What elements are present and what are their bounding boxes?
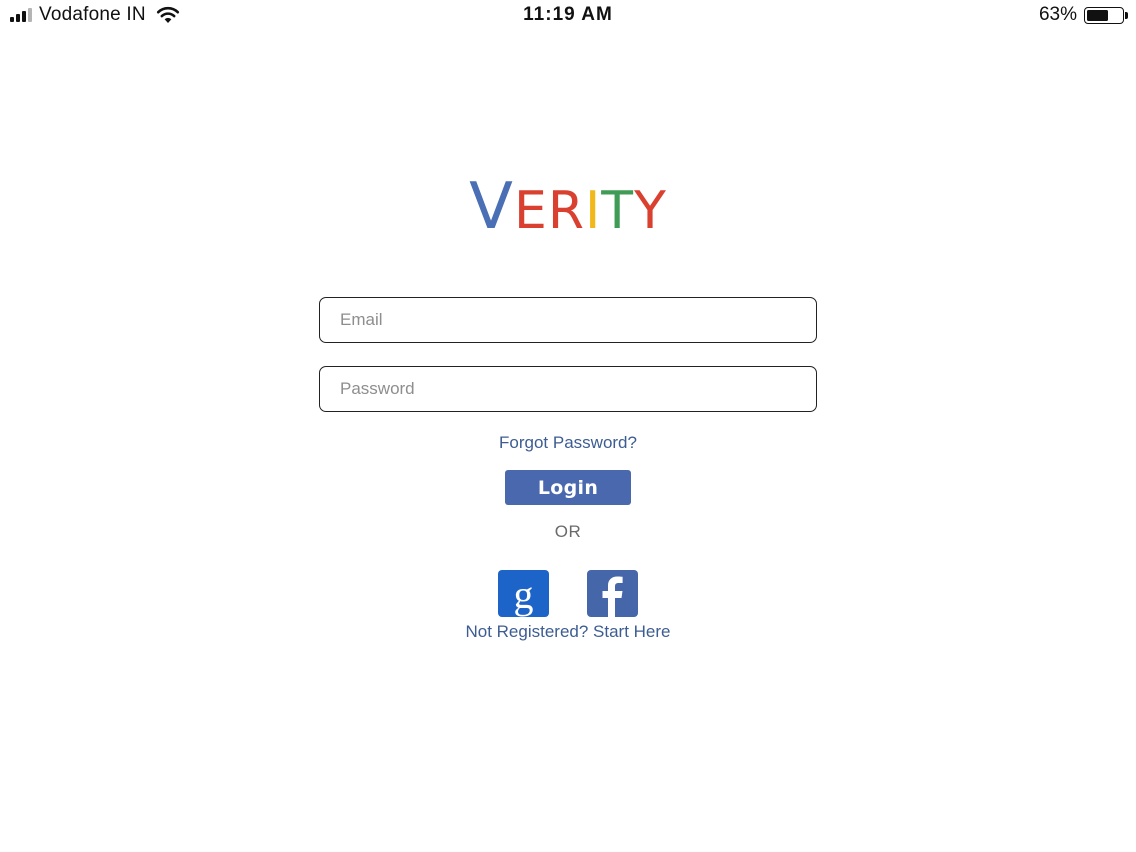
status-right: 63% xyxy=(1039,4,1128,26)
svg-text:g: g xyxy=(514,572,534,617)
or-divider-label: OR xyxy=(554,522,582,541)
email-field[interactable] xyxy=(319,297,817,343)
logo-letter-v: V xyxy=(469,170,514,244)
facebook-login-button[interactable] xyxy=(587,570,638,617)
battery-icon xyxy=(1084,6,1124,24)
password-field[interactable] xyxy=(319,366,817,412)
verity-logo: VERITY xyxy=(0,172,1136,246)
logo-letter-r: R xyxy=(547,181,585,241)
status-time: 11:19 AM xyxy=(523,4,613,25)
login-button[interactable]: Login xyxy=(505,470,631,505)
battery-percentage: 63% xyxy=(1038,4,1077,25)
logo-letter-i: I xyxy=(584,181,602,241)
google-login-button[interactable]: g xyxy=(498,570,549,617)
battery-cap xyxy=(1125,11,1128,19)
forgot-password-link[interactable]: Forgot Password? xyxy=(499,433,637,452)
carrier-name: Vodafone IN xyxy=(39,4,146,25)
logo-letter-t: T xyxy=(601,181,635,241)
google-icon: g xyxy=(514,572,534,617)
register-link[interactable]: Not Registered? Start Here xyxy=(465,622,670,641)
wifi-icon xyxy=(156,6,179,23)
logo-letter-e: E xyxy=(513,181,548,241)
status-bar: Vodafone IN 11:19 AM 63% xyxy=(0,0,1136,30)
facebook-icon xyxy=(602,576,623,617)
signal-strength-icon xyxy=(10,7,34,22)
battery-level-fill xyxy=(1087,9,1108,21)
status-left: Vodafone IN xyxy=(10,3,180,27)
logo-letter-y: Y xyxy=(634,181,667,241)
